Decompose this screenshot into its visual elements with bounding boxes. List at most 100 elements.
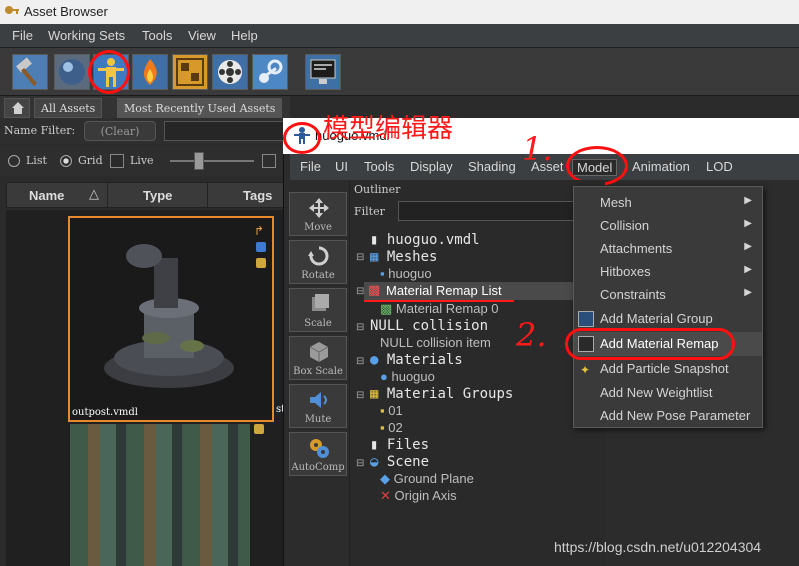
menu-item-add-new-weightlist[interactable]: Add New Weightlist bbox=[574, 381, 762, 405]
collapse-icon[interactable]: ⊟ bbox=[356, 458, 364, 469]
home-icon bbox=[12, 102, 24, 114]
asset-tabs: All Assets Most Recently Used Assets bbox=[0, 96, 290, 118]
tree-item-label: Scene bbox=[386, 454, 430, 470]
flame-icon bbox=[143, 59, 157, 85]
sound-editor-button[interactable] bbox=[212, 54, 248, 90]
menu-item-label: Attachments bbox=[600, 241, 673, 256]
open-arrow-icon[interactable]: ↱ bbox=[254, 224, 264, 238]
slider-handle[interactable] bbox=[194, 152, 204, 170]
menu-view[interactable]: View bbox=[188, 28, 216, 43]
me-menu-tools[interactable]: Tools bbox=[364, 159, 394, 174]
name-filter-input[interactable] bbox=[164, 121, 288, 141]
menu-file[interactable]: File bbox=[12, 28, 33, 43]
hammer-map-button[interactable] bbox=[172, 54, 208, 90]
menu-item-label: Add Material Group bbox=[600, 311, 713, 326]
box-scale-tool-label: Box Scale bbox=[293, 366, 343, 377]
view-mode-row: List Grid Live bbox=[0, 146, 290, 176]
tree-item-material-remap-0[interactable]: ▩ Material Remap 0 bbox=[380, 301, 499, 317]
window-titlebar: Asset Browser bbox=[0, 0, 799, 24]
collapse-icon[interactable]: ⊟ bbox=[356, 252, 364, 263]
tree-item-root[interactable]: ▮ huoguo.vmdl bbox=[370, 232, 480, 248]
extra-checkbox[interactable] bbox=[262, 154, 276, 168]
menu-working-sets[interactable]: Working Sets bbox=[48, 28, 125, 43]
tree-item-files[interactable]: ▮ Files bbox=[370, 437, 429, 453]
clear-filter-button[interactable]: (Clear) bbox=[84, 121, 156, 141]
outliner-filter-input[interactable] bbox=[398, 201, 602, 221]
me-menu-display[interactable]: Display bbox=[410, 159, 453, 174]
live-checkbox[interactable] bbox=[110, 154, 124, 168]
material-sphere-icon: ● bbox=[380, 369, 388, 384]
tab-all-assets[interactable]: All Assets bbox=[34, 98, 103, 118]
collapse-icon[interactable]: ⊟ bbox=[356, 356, 364, 367]
tree-item-scene[interactable]: ◒ Scene bbox=[370, 454, 429, 470]
column-tags[interactable]: Tags bbox=[243, 188, 272, 203]
tree-item-group-01[interactable]: ▪ 01 bbox=[380, 403, 403, 418]
column-name[interactable]: Name bbox=[29, 188, 64, 203]
tree-item-materials[interactable]: ● Materials bbox=[370, 352, 463, 368]
column-type[interactable]: Type bbox=[143, 188, 172, 203]
menu-item-collision[interactable]: Collision ▶ bbox=[574, 214, 762, 238]
sort-ascending-icon: △ bbox=[89, 186, 99, 201]
tree-item-material-huoguo[interactable]: ● huoguo bbox=[380, 369, 435, 384]
tree-item-label: NULL collision item bbox=[380, 335, 491, 350]
mute-button[interactable]: Mute bbox=[289, 384, 347, 428]
annotation-step-2: 2. bbox=[516, 316, 547, 354]
me-menu-file[interactable]: File bbox=[300, 159, 321, 174]
asset-tile-selected[interactable]: outpost.vmdl ↱ bbox=[68, 216, 274, 422]
hammer-tool-button[interactable] bbox=[12, 54, 48, 90]
tree-item-group-02[interactable]: ▪ 02 bbox=[380, 420, 403, 435]
file-icon: ▮ bbox=[370, 232, 379, 248]
autocomp-button[interactable]: AutoComp bbox=[289, 432, 347, 476]
me-menu-lod[interactable]: LOD bbox=[706, 159, 733, 174]
tree-item-label: Materials bbox=[386, 352, 463, 368]
lock-icon bbox=[256, 258, 266, 268]
grid-radio-label: Grid bbox=[78, 154, 103, 167]
menu-item-label: Mesh bbox=[600, 195, 632, 210]
collapse-icon[interactable]: ⊟ bbox=[356, 322, 364, 333]
asset-grid: outpost.vmdl ↱ st bbox=[6, 210, 290, 566]
asset-tile-texture[interactable] bbox=[70, 424, 250, 566]
material-editor-button[interactable] bbox=[54, 54, 90, 90]
menu-item-mesh[interactable]: Mesh ▶ bbox=[574, 191, 762, 215]
thumbnail-size-slider[interactable] bbox=[170, 160, 254, 162]
menu-item-add-particle-snapshot[interactable]: ✦ Add Particle Snapshot bbox=[574, 357, 762, 381]
tree-item-ground-plane[interactable]: ◆ Ground Plane bbox=[380, 471, 474, 487]
window-title: Asset Browser bbox=[24, 4, 108, 19]
outliner-panel: Outliner Filter ▮ huoguo.vmdl ⊟ ▦ Meshes… bbox=[349, 180, 605, 566]
me-menu-animation[interactable]: Animation bbox=[632, 159, 690, 174]
menu-item-constraints[interactable]: Constraints ▶ bbox=[574, 283, 762, 307]
menu-tools[interactable]: Tools bbox=[142, 28, 172, 43]
scale-tool-button[interactable]: Scale bbox=[289, 288, 347, 332]
tree-item-mesh-huoguo[interactable]: ▪ huoguo bbox=[380, 266, 432, 281]
menu-help[interactable]: Help bbox=[231, 28, 258, 43]
tree-item-label: 02 bbox=[388, 420, 403, 435]
console-button[interactable] bbox=[305, 54, 341, 90]
menu-item-hitboxes[interactable]: Hitboxes ▶ bbox=[574, 260, 762, 284]
tree-item-material-groups[interactable]: ▦ Material Groups bbox=[370, 386, 513, 402]
asset-tile-label: outpost.vmdl bbox=[72, 407, 138, 418]
tree-item-origin-axis[interactable]: ✕ Origin Axis bbox=[380, 488, 457, 504]
tree-item-null-collision[interactable]: NULL collision bbox=[370, 318, 488, 334]
steam-button[interactable] bbox=[252, 54, 288, 90]
list-radio[interactable] bbox=[8, 155, 20, 167]
menu-item-attachments[interactable]: Attachments ▶ bbox=[574, 237, 762, 261]
rotate-tool-button[interactable]: Rotate bbox=[289, 240, 347, 284]
move-tool-button[interactable]: Move bbox=[289, 192, 347, 236]
tab-recent-assets[interactable]: Most Recently Used Assets bbox=[117, 98, 283, 118]
model-dropdown-menu: Mesh ▶ Collision ▶ Attachments ▶ Hitboxes ▶ … bbox=[573, 186, 763, 428]
particle-editor-button[interactable] bbox=[132, 54, 168, 90]
grid-radio[interactable] bbox=[60, 155, 72, 167]
menu-item-add-new-pose-parameter[interactable]: Add New Pose Parameter bbox=[574, 404, 762, 428]
files-icon: ▮ bbox=[370, 437, 379, 453]
tree-item-null-collision-item[interactable]: NULL collision item bbox=[380, 335, 491, 350]
move-arrows-icon bbox=[309, 198, 329, 218]
tree-item-material-remap-list[interactable]: ▩ Material Remap List bbox=[364, 282, 604, 300]
home-tab[interactable] bbox=[4, 98, 30, 118]
collapse-icon[interactable]: ⊟ bbox=[356, 390, 364, 401]
me-menu-ui[interactable]: UI bbox=[335, 159, 348, 174]
box-scale-tool-button[interactable]: Box Scale bbox=[289, 336, 347, 380]
tree-item-meshes[interactable]: ▦ Meshes bbox=[370, 249, 437, 265]
me-menu-shading[interactable]: Shading bbox=[468, 159, 516, 174]
group-icon: ▪ bbox=[380, 420, 385, 435]
menu-item-label: Collision bbox=[600, 218, 650, 233]
